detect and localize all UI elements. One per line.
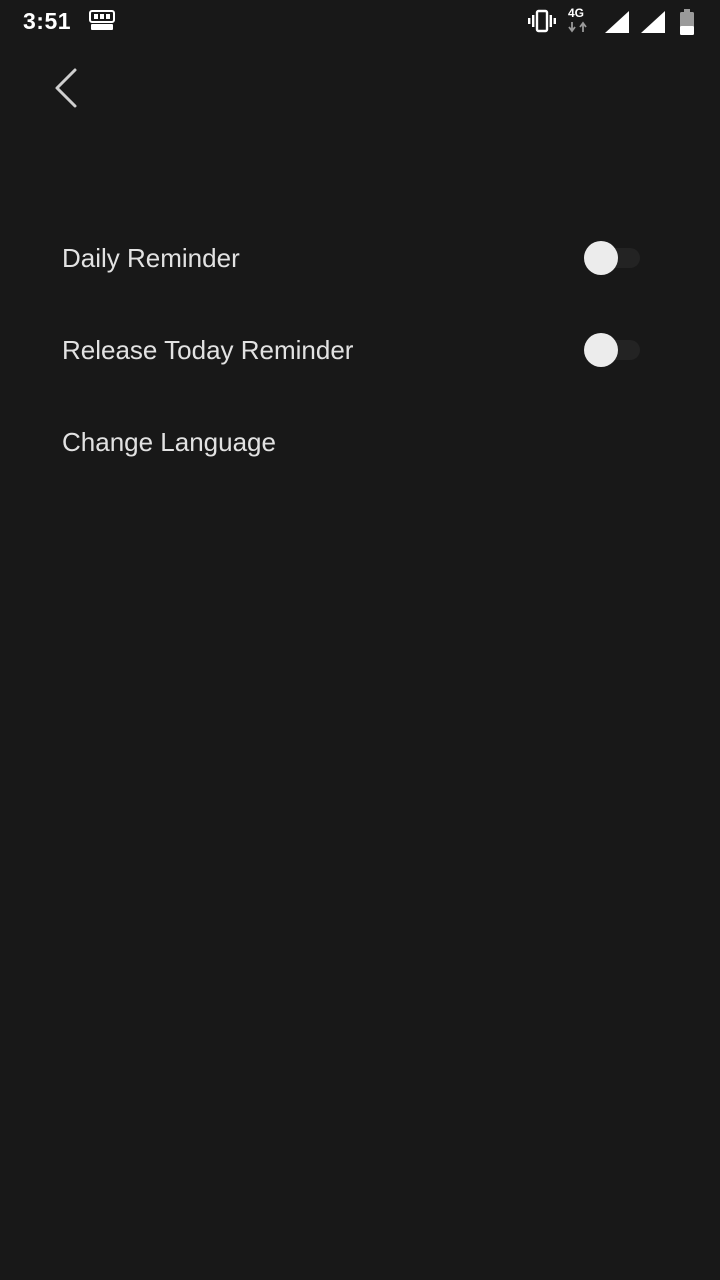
release-today-reminder-row[interactable]: Release Today Reminder (0, 304, 720, 396)
chevron-left-icon (55, 68, 77, 108)
daily-reminder-label: Daily Reminder (62, 243, 240, 273)
back-button[interactable] (40, 62, 92, 114)
toy-blast-icon (89, 10, 115, 30)
toggle-thumb (584, 333, 618, 367)
status-time: 3:51 (23, 8, 72, 34)
toggle-thumb (584, 241, 618, 275)
daily-reminder-toggle[interactable] (584, 240, 642, 276)
settings-screen: 3:51 4G Daily Reminder Release Today Rem… (0, 0, 720, 1280)
status-bar: 3:51 4G (0, 0, 720, 44)
change-language-row[interactable]: Change Language (0, 396, 720, 488)
settings-list: Daily Reminder Release Today Reminder Ch… (0, 212, 720, 488)
signal-icon (605, 11, 629, 33)
release-today-reminder-toggle[interactable] (584, 332, 642, 368)
vibrate-icon (528, 9, 556, 33)
change-language-label: Change Language (62, 427, 276, 457)
network-type-label: 4G (568, 6, 585, 20)
battery-icon (680, 9, 694, 35)
release-today-reminder-label: Release Today Reminder (62, 335, 354, 365)
signal-icon (641, 11, 665, 33)
network-type-icon: 4G (566, 6, 592, 34)
daily-reminder-row[interactable]: Daily Reminder (0, 212, 720, 304)
data-arrows-icon (568, 21, 587, 33)
